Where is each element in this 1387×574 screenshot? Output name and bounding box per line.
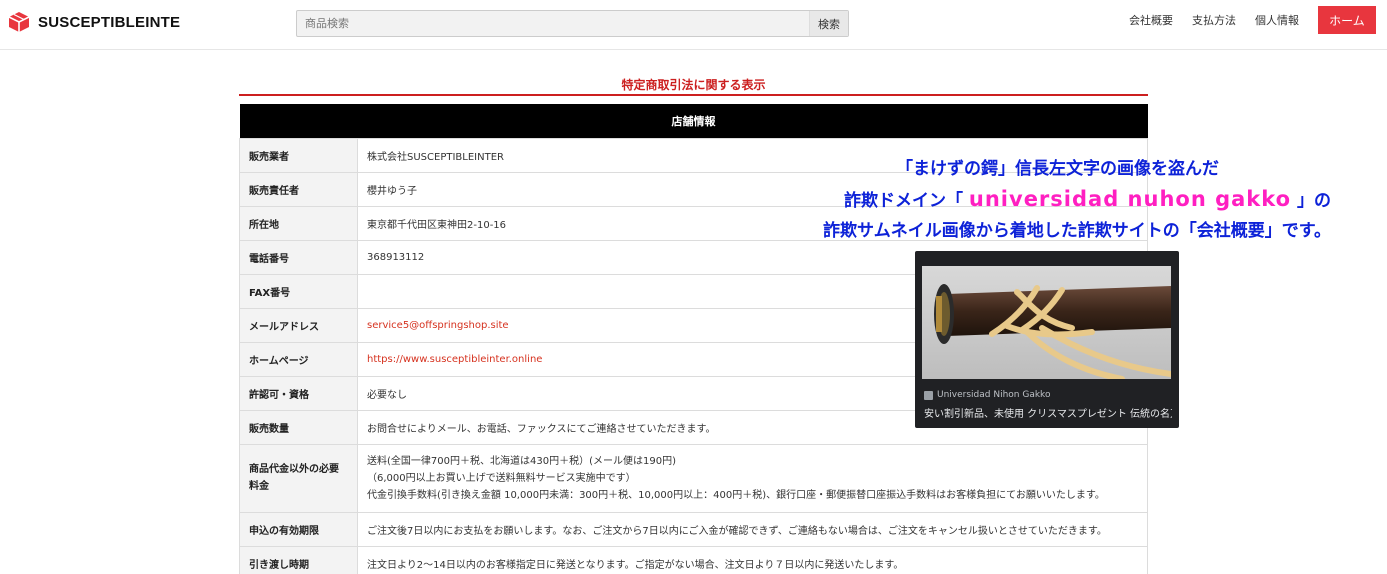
row-value: 送料(全国一律700円＋税、北海道は430円＋税）(メール便は190円) （6,… <box>357 443 1148 513</box>
row-label: 許認可・資格 <box>239 375 358 411</box>
row-label: FAX番号 <box>239 273 358 309</box>
site-header: SUSCEPTIBLEINTE 検索 会社概要 支払方法 個人情報 ホーム <box>0 0 1387 50</box>
fees-label-line: 商品代金以外の必要 <box>249 464 339 475</box>
row-label: 電話番号 <box>239 239 358 275</box>
search-thumbnail-card[interactable]: Universidad Nihon Gakko 安い割引新品、未使用 クリスマス… <box>915 251 1179 428</box>
table-row: 申込の有効期限 ご注文後7日以内にお支払をお願いします。なお、ご注文から7日以内… <box>239 511 1148 547</box>
row-label: ホームページ <box>239 341 358 377</box>
nav-privacy-link[interactable]: 個人情報 <box>1255 12 1299 28</box>
annotation-domain: universidad nuhon gakko <box>968 187 1292 211</box>
favicon-icon <box>924 390 933 400</box>
table-row: 商品代金以外の必要 料金 送料(全国一律700円＋税、北海道は430円＋税）(メ… <box>239 443 1148 513</box>
title-divider <box>239 94 1148 96</box>
row-label: 販売責任者 <box>239 171 358 207</box>
table-row: 引き渡し時期 注文日より2～14日以内のお客様指定日に発送となります。ご指定がな… <box>239 545 1148 574</box>
row-label: 商品代金以外の必要 料金 <box>239 443 358 513</box>
row-label: 引き渡し時期 <box>239 545 358 574</box>
row-label: 所在地 <box>239 205 358 241</box>
fees-line: （6,000円以上お買い上げで送料無料サービス実施中です） <box>367 472 636 484</box>
site-logo[interactable]: SUSCEPTIBLEINTE <box>8 11 180 33</box>
row-label: メールアドレス <box>239 307 358 343</box>
table-heading: 店舗情報 <box>239 104 1148 138</box>
search-button[interactable]: 検索 <box>809 11 848 36</box>
search-bar: 検索 <box>296 10 849 37</box>
fees-line: 送料(全国一律700円＋税、北海道は430円＋税）(メール便は190円) <box>367 455 676 467</box>
katana-illustration <box>922 266 1171 379</box>
row-value: ご注文後7日以内にお支払をお願いします。なお、ご注文から7日以内にご入金が確認で… <box>357 511 1148 547</box>
nav-home-button[interactable]: ホーム <box>1318 6 1376 34</box>
row-label: 販売数量 <box>239 409 358 445</box>
overlay-annotation: 「まけずの鍔」信長左文字の画像を盗んだ 詐欺ドメイン「 universidad … <box>823 154 1331 246</box>
nav-company-link[interactable]: 会社概要 <box>1129 12 1173 28</box>
thumbnail-source-name: Universidad Nihon Gakko <box>937 390 1051 400</box>
thumbnail-source: Universidad Nihon Gakko <box>924 390 1050 400</box>
top-nav: 会社概要 支払方法 個人情報 ホーム <box>1129 6 1387 34</box>
page-title: 特定商取引法に関する表示 <box>621 78 766 92</box>
annotation-line2: 詐欺ドメイン「 universidad nuhon gakko 」の <box>823 184 1331 216</box>
brand-name: SUSCEPTIBLEINTE <box>38 13 181 31</box>
row-label: 販売業者 <box>239 137 358 173</box>
annotation-line2-post: 」の <box>1297 191 1331 211</box>
nav-payment-link[interactable]: 支払方法 <box>1192 12 1236 28</box>
row-value: 注文日より2～14日以内のお客様指定日に発送となります。ご指定がない場合、注文日… <box>357 545 1148 574</box>
search-input[interactable] <box>297 11 809 36</box>
annotation-line3: 詐欺サムネイル画像から着地した詐欺サイトの「会社概要」です。 <box>823 221 1331 241</box>
box-logo-icon <box>8 12 30 32</box>
katana-thumbnail-image[interactable] <box>922 266 1171 379</box>
thumbnail-title[interactable]: 安い割引新品、未使用 クリスマスプレゼント 伝統の名刀 ... <box>924 405 1172 420</box>
fees-label-line: 料金 <box>249 481 269 492</box>
annotation-line2-pre: 詐欺ドメイン「 <box>843 191 963 211</box>
fees-line: 代金引換手数料(引き換え金額 10,000円未満：300円＋税、10,000円以… <box>367 489 1105 501</box>
row-label: 申込の有効期限 <box>239 511 358 547</box>
annotation-line1: 「まけずの鍔」信長左文字の画像を盗んだ <box>896 159 1219 179</box>
